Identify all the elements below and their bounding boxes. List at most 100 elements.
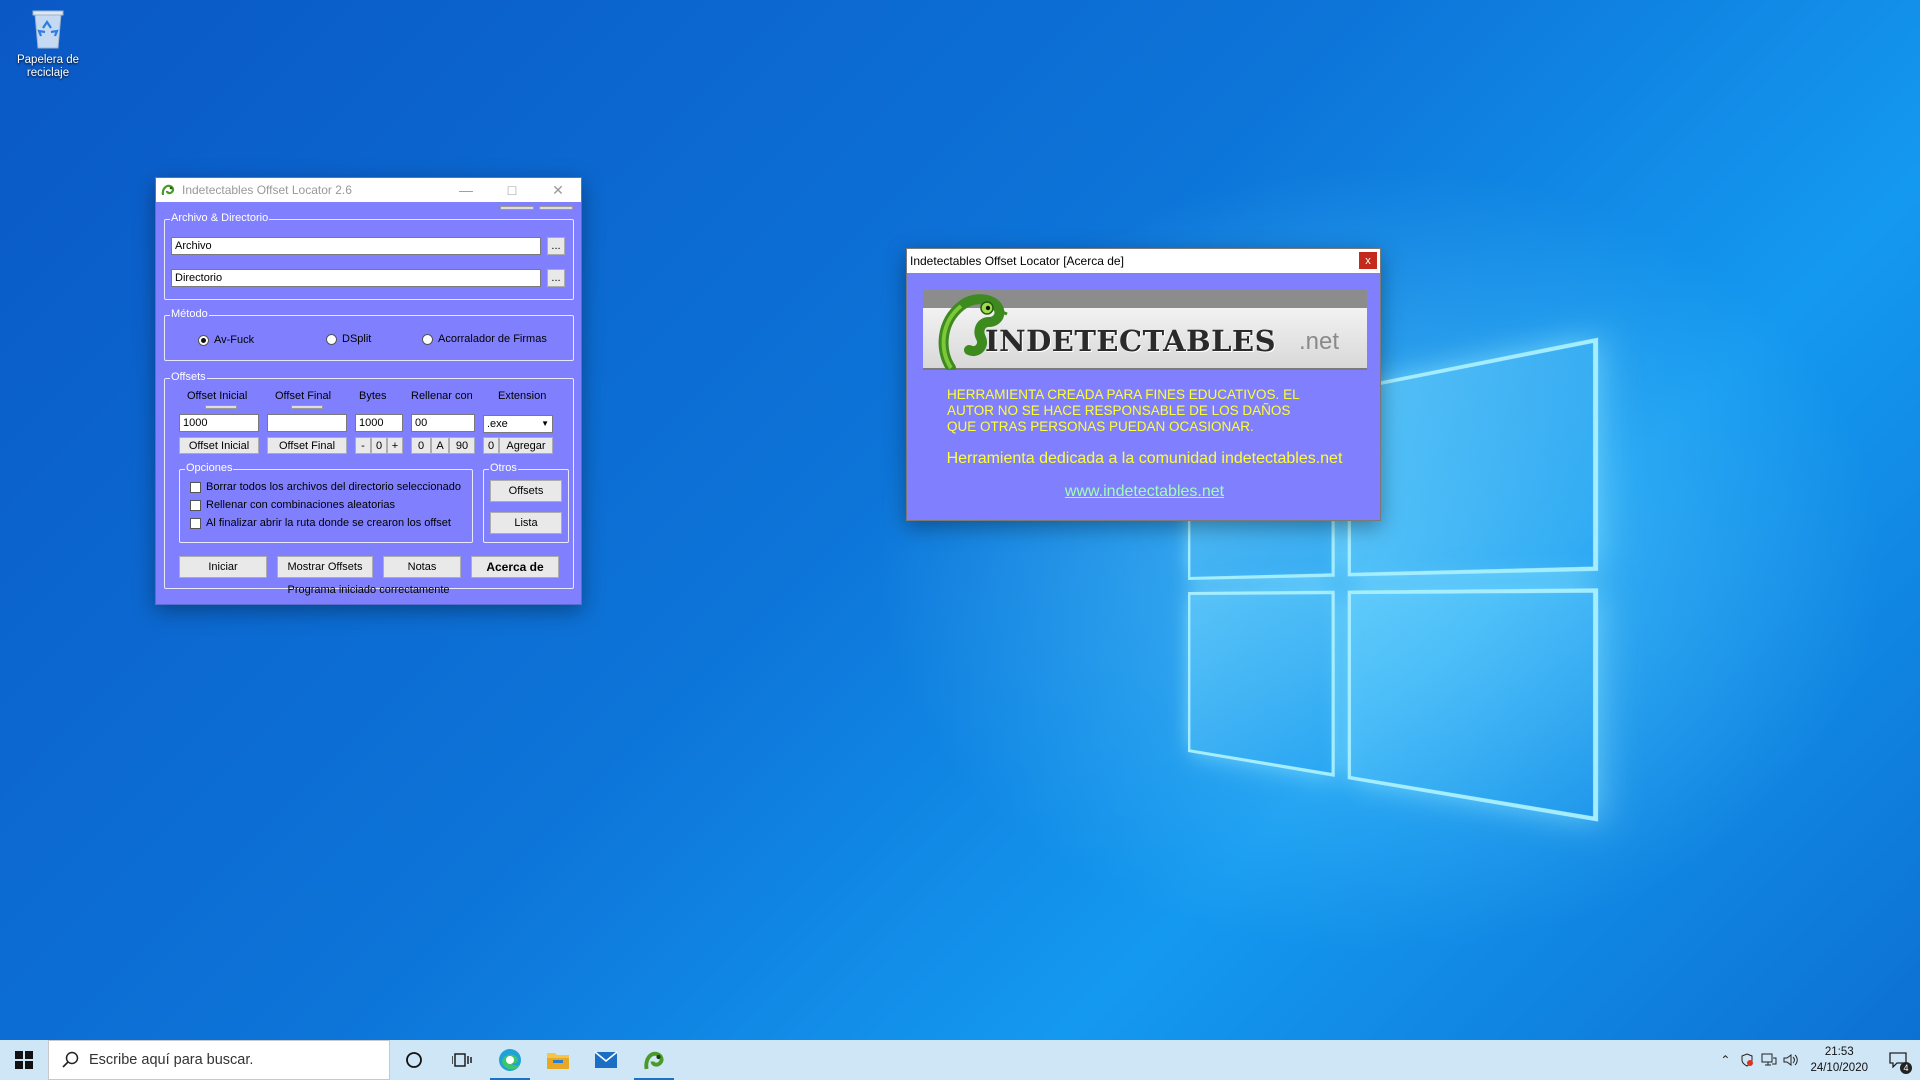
banner-suffix: .net [1299, 328, 1339, 356]
method-radio-avfuck[interactable] [198, 335, 209, 346]
search-placeholder: Escribe aquí para buscar. [89, 1052, 253, 1068]
cortana-button[interactable] [390, 1040, 438, 1080]
option-checkbox-borrar[interactable] [190, 482, 201, 493]
taskbar-offset-locator[interactable] [630, 1040, 678, 1080]
about-window-title: Indetectables Offset Locator [Acerca de] [910, 254, 1124, 268]
col-offset-final: Offset Final [275, 390, 331, 403]
option-checkbox-abrir-ruta[interactable] [190, 518, 201, 529]
search-icon [49, 1050, 89, 1070]
close-icon[interactable]: ✕ [535, 178, 581, 202]
taskbar: Escribe aquí para buscar. ⌃ 21:53 24/10/… [0, 1040, 1920, 1080]
offset-inicial-input[interactable]: 1000 [179, 414, 259, 432]
banner-title: INDETECTABLES [985, 324, 1276, 358]
col-bytes: Bytes [359, 390, 387, 403]
about-close-button[interactable]: x [1359, 252, 1377, 269]
method-label-dsplit: DSplit [342, 333, 371, 346]
file-dir-group: Archivo & Directorio Archivo ... Directo… [164, 219, 574, 300]
offset-final-input[interactable] [267, 414, 347, 432]
iniciar-button[interactable]: Iniciar [179, 556, 267, 578]
clock-time: 21:53 [1810, 1044, 1868, 1060]
method-label-avfuck: Av-Fuck [214, 334, 254, 347]
notification-center-button[interactable]: 4 [1876, 1040, 1920, 1080]
about-titlebar[interactable]: Indetectables Offset Locator [Acerca de]… [907, 249, 1380, 273]
maximize-icon[interactable]: □ [489, 178, 535, 202]
browse-file-button[interactable]: ... [547, 237, 565, 255]
chameleon-app-icon [160, 182, 176, 198]
top-slider-1[interactable] [500, 206, 534, 210]
otros-lista-button[interactable]: Lista [490, 512, 562, 534]
desktop-icon-recycle-bin[interactable]: Papelera de reciclaje [10, 6, 86, 80]
indetectables-banner: INDETECTABLES .net [923, 290, 1367, 370]
start-button[interactable] [0, 1040, 48, 1080]
main-window-title: Indetectables Offset Locator 2.6 [182, 183, 352, 197]
option-checkbox-rellenar[interactable] [190, 500, 201, 511]
bytes-minus-button[interactable]: - [355, 437, 371, 454]
close-icon: x [1365, 255, 1371, 267]
dedication-text: Herramienta dedicada a la comunidad inde… [907, 450, 1382, 468]
disclaimer-text: HERRAMIENTA CREADA PARA FINES EDUCATIVOS… [947, 387, 1367, 435]
taskbar-file-explorer[interactable] [534, 1040, 582, 1080]
minimize-icon[interactable]: — [443, 178, 489, 202]
offset-final-button[interactable]: Offset Final [267, 437, 347, 454]
option-label-rellenar: Rellenar con combinaciones aleatorias [206, 499, 395, 512]
taskbar-clock[interactable]: 21:53 24/10/2020 [1802, 1044, 1876, 1076]
main-titlebar[interactable]: Indetectables Offset Locator 2.6 — □ ✕ [156, 178, 581, 202]
col-rellenar: Rellenar con [411, 390, 473, 403]
col-offset-inicial: Offset Inicial [187, 390, 247, 403]
method-group: Método Av-Fuck DSplit Acorralador de Fir… [164, 315, 574, 361]
browse-directory-button[interactable]: ... [547, 269, 565, 287]
directory-input[interactable]: Directorio [171, 269, 541, 287]
disclaimer-line-1: HERRAMIENTA CREADA PARA FINES EDUCATIVOS… [947, 387, 1367, 403]
bytes-zero-button[interactable]: 0 [371, 437, 387, 454]
about-window: Indetectables Offset Locator [Acerca de]… [906, 248, 1381, 521]
network-icon[interactable] [1758, 1040, 1780, 1080]
taskbar-search[interactable]: Escribe aquí para buscar. [48, 1040, 390, 1080]
acerca-de-button[interactable]: Acerca de [471, 556, 559, 578]
extension-0-button[interactable]: 0 [483, 437, 499, 454]
taskbar-mail[interactable] [582, 1040, 630, 1080]
volume-icon[interactable] [1780, 1040, 1802, 1080]
method-label-acorralador: Acorralador de Firmas [438, 333, 547, 346]
fill-a-button[interactable]: A [431, 437, 449, 454]
rellenar-input[interactable]: 00 [411, 414, 475, 432]
offsets-group: Offsets Offset Inicial Offset Final Byte… [164, 378, 574, 589]
task-view-icon [452, 1051, 472, 1069]
mail-icon [594, 1050, 618, 1070]
system-tray: ⌃ 21:53 24/10/2020 4 [1714, 1040, 1920, 1080]
option-label-borrar: Borrar todos los archivos del directorio… [206, 481, 461, 494]
edge-browser-icon [497, 1047, 523, 1073]
offset-inicial-slider[interactable] [205, 405, 237, 409]
fill-90-button[interactable]: 90 [449, 437, 475, 454]
file-input[interactable]: Archivo [171, 237, 541, 255]
bytes-input[interactable]: 1000 [355, 414, 403, 432]
options-group-label: Opciones [185, 462, 233, 475]
website-link[interactable]: www.indetectables.net [907, 483, 1382, 501]
top-slider-2[interactable] [539, 206, 573, 210]
method-radio-dsplit[interactable] [326, 334, 337, 345]
notification-count: 4 [1900, 1062, 1912, 1074]
disclaimer-line-2: AUTOR NO SE HACE RESPONSABLE DE LOS DAÑO… [947, 403, 1367, 419]
task-view-button[interactable] [438, 1040, 486, 1080]
notas-button[interactable]: Notas [383, 556, 461, 578]
shield-icon[interactable] [1736, 1040, 1758, 1080]
offset-inicial-button[interactable]: Offset Inicial [179, 437, 259, 454]
windows-start-icon [15, 1051, 33, 1069]
method-group-label: Método [170, 308, 209, 321]
taskbar-edge[interactable] [486, 1040, 534, 1080]
offsets-group-label: Offsets [170, 371, 207, 384]
chevron-down-icon: ▼ [541, 416, 549, 432]
chameleon-app-icon [642, 1048, 666, 1072]
agregar-button[interactable]: Agregar [499, 437, 553, 454]
chevron-up-icon[interactable]: ⌃ [1714, 1040, 1736, 1080]
method-radio-acorralador[interactable] [422, 334, 433, 345]
extension-select[interactable]: .exe ▼ [483, 415, 553, 433]
folder-icon [546, 1050, 570, 1070]
otros-offsets-button[interactable]: Offsets [490, 480, 562, 502]
offset-final-slider[interactable] [291, 405, 323, 409]
clock-date: 24/10/2020 [1810, 1060, 1868, 1076]
otros-group: Otros Offsets Lista [483, 469, 569, 543]
bytes-plus-button[interactable]: + [387, 437, 403, 454]
fill-0-button[interactable]: 0 [411, 437, 431, 454]
otros-group-label: Otros [489, 462, 518, 475]
mostrar-offsets-button[interactable]: Mostrar Offsets [277, 556, 373, 578]
